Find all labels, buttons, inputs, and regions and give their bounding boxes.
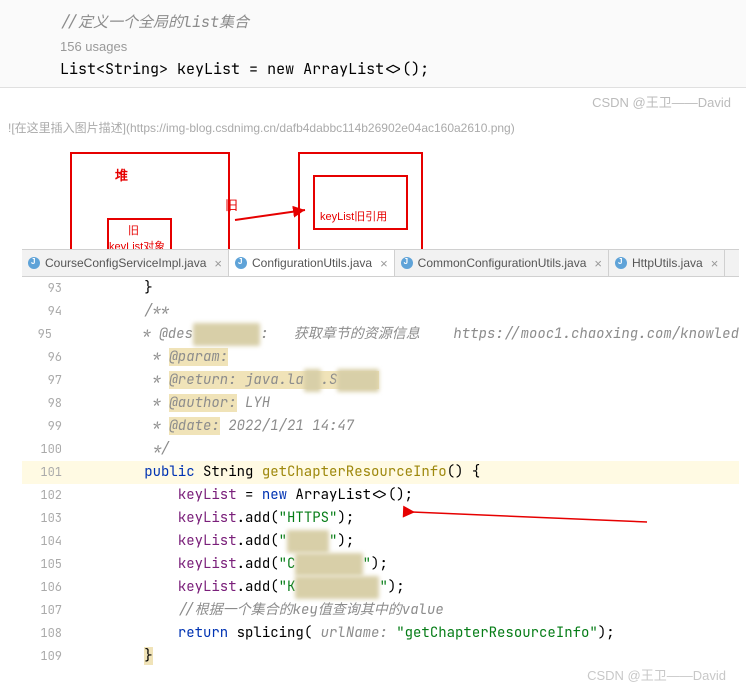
tab-course-config[interactable]: CourseConfigServiceImpl.java× (22, 250, 229, 276)
usages-hint[interactable]: 156 usages (60, 39, 716, 54)
code-line: 103 keyList.add("HTTPS"); (22, 507, 739, 530)
code-line: 100 */ (22, 438, 739, 461)
java-file-icon (401, 257, 413, 269)
old-outer-label: 旧 (225, 195, 238, 214)
close-icon[interactable]: × (214, 256, 222, 271)
code-line: 97 * @return: java.lang.String (22, 369, 739, 392)
close-icon[interactable]: × (594, 256, 602, 271)
code-line: 94 /** (22, 300, 739, 323)
old-ref-label: keyList旧引用 (320, 208, 387, 224)
csdn-watermark-bottom: CSDN @王卫——David (587, 665, 726, 684)
code-comment: //定义一个全局的list集合 (60, 10, 716, 36)
code-line: 108 return splicing( urlName: "getChapte… (22, 622, 739, 645)
old-small-label: 旧 (128, 222, 139, 238)
tab-common-config[interactable]: CommonConfigurationUtils.java× (395, 250, 609, 276)
code-line: 107 //根据一个集合的key值查询其中的value (22, 599, 739, 622)
java-file-icon (235, 257, 247, 269)
code-editor[interactable]: 93 } 94 /** 95 * @description: 获取章节的资源信息… (22, 277, 739, 680)
code-line: 98 * @author: LYH (22, 392, 739, 415)
code-line: 95 * @description: 获取章节的资源信息 https://moo… (22, 323, 739, 346)
heap-label: 堆 (115, 165, 128, 184)
code-line: 101 public String getChapterResourceInfo… (22, 461, 739, 484)
java-file-icon (28, 257, 40, 269)
code-line: 104 keyList.add("Accel"); (22, 530, 739, 553)
code-line: 99 * @date: 2022/1/21 14:47 (22, 415, 739, 438)
java-file-icon (615, 257, 627, 269)
code-line: 106 keyList.add("KnowledgeId"); (22, 576, 739, 599)
image-placeholder-text: ![在这里插入图片描述](https://img-blog.csdnimg.cn… (0, 115, 746, 140)
declaration-line: List<String> keyList = new ArrayList<>()… (60, 57, 716, 83)
code-line: 93 } (22, 277, 739, 300)
top-code-snippet: //定义一个全局的list集合 156 usages List<String> … (0, 0, 746, 88)
tab-configuration-utils[interactable]: ConfigurationUtils.java× (229, 250, 395, 276)
close-icon[interactable]: × (380, 256, 388, 271)
code-line: 102 keyList = new ArrayList<>(); (22, 484, 739, 507)
code-line: 96 * @param: (22, 346, 739, 369)
close-icon[interactable]: × (711, 256, 719, 271)
code-line: 105 keyList.add("ClassName"); (22, 553, 739, 576)
csdn-watermark-top: CSDN @王卫——David (0, 88, 746, 115)
tab-http-utils[interactable]: HttpUtils.java× (609, 250, 725, 276)
editor-tabs: CourseConfigServiceImpl.java× Configurat… (22, 249, 739, 277)
